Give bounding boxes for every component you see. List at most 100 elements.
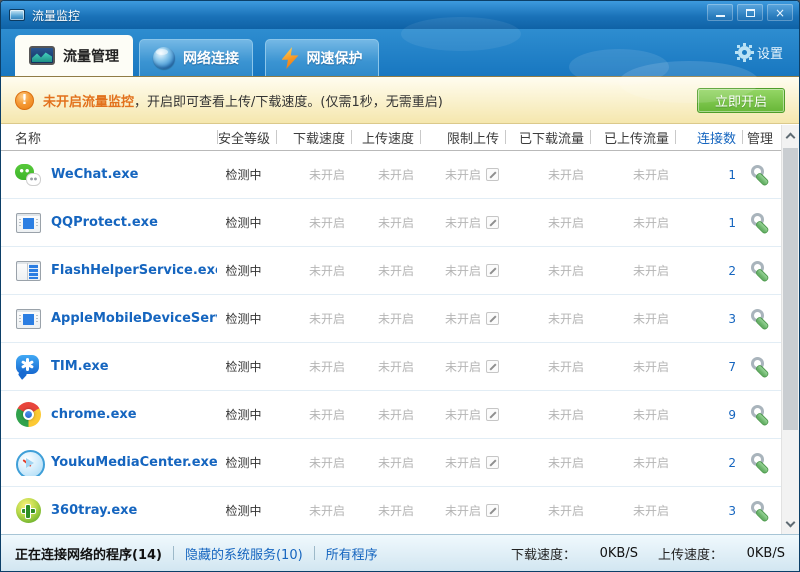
column-header-name: 名称	[1, 128, 217, 147]
warning-text: 未开启流量监控，开启即可查看上传/下载速度。(仅需1秒，无需重启)	[43, 91, 443, 110]
filter-hidden-services[interactable]: 隐藏的系统服务(10)	[185, 544, 303, 563]
connection-count-link[interactable]: 1	[675, 216, 742, 230]
tab-label: 网速保护	[307, 48, 363, 68]
cloud-decoration	[619, 61, 759, 103]
window-title: 流量监控	[32, 7, 80, 24]
connection-count-link[interactable]: 3	[675, 312, 742, 326]
edit-limit-icon[interactable]	[486, 312, 499, 325]
chevron-down-icon	[786, 517, 796, 527]
upload-speed-label: 上传速度：	[658, 544, 723, 563]
monitor-graph-icon	[29, 46, 55, 65]
maximize-button[interactable]	[737, 4, 763, 21]
security-level-value: 检测中	[217, 502, 276, 519]
limit-upload-value: 未开启	[445, 310, 481, 327]
app-window: 流量监控 × 流量管理 网络连接 网速保护 设置	[0, 0, 800, 572]
scrollbar-thumb[interactable]	[783, 148, 798, 430]
tab-network-connections[interactable]: 网络连接	[139, 39, 253, 76]
column-header-security: 安全等级	[217, 128, 276, 147]
security-level-value: 检测中	[217, 454, 276, 471]
limit-upload-value: 未开启	[445, 502, 481, 519]
process-name: TIM.exe	[51, 359, 109, 374]
process-app-icon	[15, 402, 42, 428]
warning-text-rest: ，开启即可查看上传/下载速度。(仅需1秒，无需重启)	[134, 95, 443, 110]
minimize-button[interactable]	[707, 4, 733, 21]
manage-wrench-icon[interactable]	[751, 309, 770, 326]
downloaded-traffic-cell: 未开启	[505, 358, 590, 375]
limit-upload-value: 未开启	[445, 358, 481, 375]
security-level-value: 检测中	[217, 214, 276, 231]
maximize-icon	[746, 9, 755, 17]
uploaded-traffic-cell: 未开启	[590, 406, 675, 423]
cloud-decoration	[401, 17, 521, 51]
limit-upload-value: 未开启	[445, 454, 481, 471]
divider	[314, 546, 315, 560]
manage-wrench-icon[interactable]	[751, 213, 770, 230]
connection-count-link[interactable]: 7	[675, 360, 742, 374]
filter-connected-programs[interactable]: 正在连接网络的程序(14)	[15, 544, 162, 563]
limit-upload-value: 未开启	[445, 406, 481, 423]
security-level-value: 检测中	[217, 166, 276, 183]
edit-limit-icon[interactable]	[486, 216, 499, 229]
vertical-scrollbar[interactable]	[781, 125, 799, 534]
manage-wrench-icon[interactable]	[751, 261, 770, 278]
manage-wrench-icon[interactable]	[751, 165, 770, 182]
limit-upload-value: 未开启	[445, 214, 481, 231]
security-level-value: 检测中	[217, 262, 276, 279]
manage-wrench-icon[interactable]	[751, 357, 770, 374]
table-body: WeChat.exe 检测中 未开启 未开启 未开启 未开启 未开启 1 QQP…	[1, 151, 799, 535]
download-speed-value: 0KB/S	[576, 546, 638, 561]
edit-limit-icon[interactable]	[486, 504, 499, 517]
table-row[interactable]: 360tray.exe 检测中 未开启 未开启 未开启 未开启 未开启 3	[1, 487, 799, 535]
header-bar: 流量管理 网络连接 网速保护 设置	[1, 29, 799, 76]
upload-speed-cell: 未开启	[351, 214, 420, 231]
connection-count-link[interactable]: 3	[675, 504, 742, 518]
manage-wrench-icon[interactable]	[751, 453, 770, 470]
download-speed-cell: 未开启	[276, 406, 351, 423]
manage-wrench-icon[interactable]	[751, 405, 770, 422]
downloaded-traffic-cell: 未开启	[505, 214, 590, 231]
table-row[interactable]: AppleMobileDeviceServi... 检测中 未开启 未开启 未开…	[1, 295, 799, 343]
process-app-icon	[15, 258, 42, 284]
status-bar: 正在连接网络的程序(14) 隐藏的系统服务(10) 所有程序 下载速度： 0KB…	[1, 534, 799, 571]
tab-speed-protection[interactable]: 网速保护	[265, 39, 379, 76]
upload-speed-cell: 未开启	[351, 166, 420, 183]
limit-upload-value: 未开启	[445, 166, 481, 183]
edit-limit-icon[interactable]	[486, 360, 499, 373]
scroll-up-button[interactable]	[782, 125, 799, 145]
table-row[interactable]: FlashHelperService.exe 检测中 未开启 未开启 未开启 未…	[1, 247, 799, 295]
connection-count-link[interactable]: 1	[675, 168, 742, 182]
table-row[interactable]: chrome.exe 检测中 未开启 未开启 未开启 未开启 未开启 9	[1, 391, 799, 439]
edit-limit-icon[interactable]	[486, 168, 499, 181]
window-controls: ×	[707, 4, 793, 21]
connection-count-link[interactable]: 2	[675, 264, 742, 278]
uploaded-traffic-cell: 未开启	[590, 166, 675, 183]
manage-wrench-icon[interactable]	[751, 501, 770, 518]
table-row[interactable]: WeChat.exe 检测中 未开启 未开启 未开启 未开启 未开启 1	[1, 151, 799, 199]
settings-button[interactable]: 设置	[738, 43, 783, 62]
process-name: FlashHelperService.exe	[51, 263, 217, 278]
close-button[interactable]: ×	[767, 4, 793, 21]
uploaded-traffic-cell: 未开启	[590, 358, 675, 375]
connection-count-link[interactable]: 9	[675, 408, 742, 422]
table-row[interactable]: TIM.exe 检测中 未开启 未开启 未开启 未开启 未开启 7	[1, 343, 799, 391]
security-level-value: 检测中	[217, 406, 276, 423]
connection-count-link[interactable]: 2	[675, 456, 742, 470]
table-row[interactable]: YoukuMediaCenter.exe 检测中 未开启 未开启 未开启 未开启…	[1, 439, 799, 487]
column-header-manage: 管理	[742, 128, 780, 147]
scroll-down-button[interactable]	[782, 514, 799, 534]
limit-upload-value: 未开启	[445, 262, 481, 279]
uploaded-traffic-cell: 未开启	[590, 310, 675, 327]
downloaded-traffic-cell: 未开启	[505, 454, 590, 471]
download-speed-cell: 未开启	[276, 502, 351, 519]
title-bar: 流量监控 ×	[1, 1, 799, 29]
upload-speed-cell: 未开启	[351, 310, 420, 327]
edit-limit-icon[interactable]	[486, 408, 499, 421]
table-row[interactable]: QQProtect.exe 检测中 未开启 未开启 未开启 未开启 未开启 1	[1, 199, 799, 247]
tab-traffic-management[interactable]: 流量管理	[15, 35, 133, 76]
filter-all-programs[interactable]: 所有程序	[326, 544, 378, 563]
upload-speed-cell: 未开启	[351, 454, 420, 471]
download-speed-cell: 未开启	[276, 262, 351, 279]
edit-limit-icon[interactable]	[486, 264, 499, 277]
uploaded-traffic-cell: 未开启	[590, 454, 675, 471]
edit-limit-icon[interactable]	[486, 456, 499, 469]
